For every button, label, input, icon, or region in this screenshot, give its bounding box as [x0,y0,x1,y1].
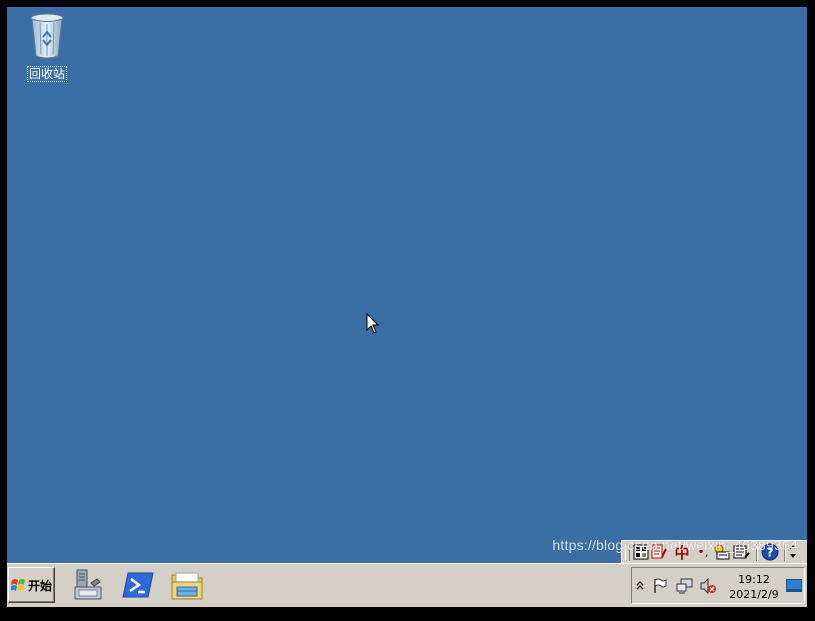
start-button[interactable]: 开始 [8,567,55,603]
clock-date: 2021/2/9 [729,588,779,601]
notification-area: 19:12 2021/2/9 [631,567,805,604]
action-center-flag-icon[interactable] [652,578,668,594]
recycle-bin-icon [30,13,64,59]
watermark-url: https://blog.csdn.net/weixin_46389364 [552,537,798,553]
server-manager-launcher[interactable] [71,568,105,602]
windows-logo-icon [10,578,25,591]
taskbar: 开始 19:12 2021/2/9 [7,563,807,607]
desktop[interactable]: 回收站 中 •, ? https://blog.csdn.net/weixin_… [7,7,807,563]
start-label: 开始 [27,578,52,593]
show-desktop-icon[interactable] [786,579,802,593]
windows-explorer-icon [171,572,203,600]
clock[interactable]: 19:12 2021/2/9 [724,572,784,602]
server-manager-icon [74,569,102,600]
mouse-pointer-icon [366,313,380,334]
recycle-bin-shortcut[interactable]: 回收站 [26,13,68,82]
powershell-icon [122,572,154,598]
recycle-bin-label: 回收站 [26,66,68,82]
volume-muted-icon[interactable] [700,578,717,594]
show-hidden-icons-icon[interactable] [636,578,644,592]
windows-explorer-launcher[interactable] [170,568,204,602]
powershell-launcher[interactable] [121,568,155,602]
clock-time: 19:12 [738,573,770,586]
network-icon[interactable] [676,578,693,594]
